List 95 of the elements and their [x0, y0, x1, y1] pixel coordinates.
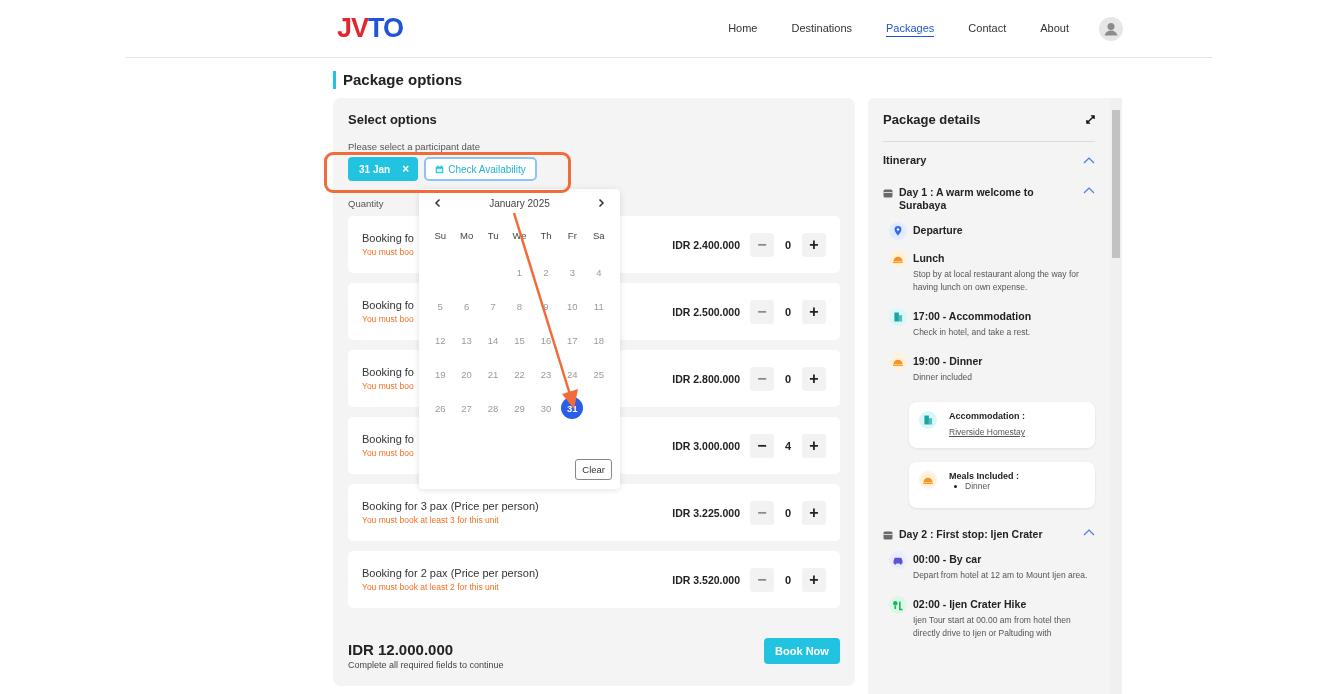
nav-link[interactable]: Contact — [968, 20, 1007, 37]
bullet-icon — [954, 484, 957, 488]
weekday-label: Mo — [459, 230, 475, 241]
nav-link[interactable]: Home — [728, 20, 758, 37]
quantity-value: 4 — [783, 439, 793, 452]
weekday-label: Fr — [566, 230, 578, 241]
logo[interactable]: JVTO — [337, 13, 404, 44]
quantity-value: 0 — [783, 506, 793, 519]
expand-icon[interactable] — [1086, 115, 1095, 124]
location-pin-icon — [889, 222, 907, 240]
cloche-icon — [919, 471, 937, 489]
price: IDR 3.225.000 — [672, 506, 740, 519]
price: IDR 3.520.000 — [672, 573, 740, 586]
quantity-value: 0 — [783, 372, 793, 385]
stop-title: 00:00 - By car — [913, 553, 983, 565]
booking-title: Booking for 3 pax (Price per person) — [362, 500, 539, 512]
booking-note: You must boo — [362, 247, 414, 257]
booking-note: You must book at least 2 for this unit — [362, 582, 499, 592]
increment-button[interactable]: + — [802, 232, 826, 257]
calendar-icon — [883, 530, 893, 540]
price: IDR 3.000.000 — [672, 439, 740, 452]
clear-button[interactable]: Clear — [575, 459, 612, 480]
month-label: January 2025 — [489, 197, 550, 209]
stop-title: Departure — [913, 224, 963, 236]
date-hint: Please select a participant date — [348, 141, 482, 152]
info-label: Accommodation : — [949, 411, 1026, 421]
calendar-icon — [435, 164, 445, 174]
card-title: Select options — [348, 112, 438, 127]
booking-title: Booking for 2 pax (Price per person) — [362, 567, 539, 579]
page-title: Package options — [333, 71, 1122, 89]
booking-note: You must boo — [362, 381, 414, 391]
avatar-icon[interactable] — [1099, 16, 1123, 41]
nav-link[interactable]: About — [1040, 20, 1069, 37]
price: IDR 2.400.000 — [672, 238, 740, 251]
quantity-value: 0 — [783, 573, 793, 586]
building-icon — [919, 411, 937, 429]
scrollbar[interactable] — [1110, 98, 1122, 694]
booking-title: Booking fo — [362, 299, 414, 311]
day-title: Day 1 : A warm welcome to Surabaya — [899, 186, 1035, 212]
scrollbar-thumb[interactable] — [1112, 110, 1120, 258]
quantity-label: Quantity — [348, 198, 384, 209]
price: IDR 2.800.000 — [672, 372, 740, 385]
weekday-label: Sa — [591, 230, 606, 241]
quantity-value: 0 — [783, 238, 793, 251]
stop-title: Lunch — [913, 252, 946, 264]
check-availability-button[interactable]: Check Availability — [424, 157, 537, 181]
nav-link[interactable]: Packages — [886, 20, 935, 37]
stop-description: Stop by at local restaurant along the way for having lunch on own expense. — [913, 268, 1080, 294]
route-icon — [889, 596, 907, 614]
increment-button[interactable]: + — [802, 433, 826, 458]
increment-button[interactable]: + — [802, 567, 826, 592]
stop-title: 17:00 - Accommodation — [913, 310, 1032, 322]
remove-icon[interactable]: × — [402, 162, 410, 176]
cloche-icon — [889, 353, 907, 371]
weekday-label: Su — [433, 230, 447, 241]
stop-title: 02:00 - Ijen Crater Hike — [913, 598, 1028, 610]
stop-description: Ijen Tour start at 00.00 am from hotel then directly drive to Ijen or Paltuding with — [913, 614, 1072, 640]
cloche-icon — [889, 250, 907, 268]
section-title: Itinerary — [883, 154, 927, 166]
chevron-icon[interactable] — [1083, 528, 1095, 536]
price: IDR 2.500.000 — [672, 305, 740, 318]
stop-description: Check in hotel, and take a rest. — [913, 326, 1032, 339]
chevron-icon[interactable] — [1083, 156, 1095, 164]
booking-title: Booking fo — [362, 366, 414, 378]
weekday-label: Th — [539, 230, 553, 241]
accommodation-link[interactable]: Riverside Homestay — [949, 427, 1026, 437]
stop-description: Dinner included — [913, 371, 974, 384]
quantity-value: 0 — [783, 305, 793, 318]
booking-note: You must book at least 3 for this unit — [362, 515, 499, 525]
stop-title: 19:00 - Dinner — [913, 355, 983, 367]
booking-title: Booking fo — [362, 433, 414, 445]
date-chip[interactable]: 31 Jan × — [348, 157, 419, 181]
nav-link[interactable]: Destinations — [791, 20, 852, 37]
calendar-icon — [883, 188, 893, 198]
increment-button[interactable]: + — [802, 366, 826, 391]
car-icon — [889, 551, 907, 569]
weekday-label: Tu — [486, 230, 500, 241]
building-icon — [889, 308, 907, 326]
stop-description: Depart from hotel at 12 am to Mount Ijen area. — [913, 569, 1088, 582]
total-price: IDR 12.000.000 — [348, 641, 455, 658]
book-now-button[interactable]: Book Now — [764, 638, 840, 664]
booking-note: You must boo — [362, 314, 414, 324]
total-note: Complete all required fields to continue — [348, 660, 504, 670]
increment-button[interactable]: + — [802, 500, 826, 525]
meal-item: Dinner — [965, 481, 991, 491]
panel-title: Package details — [883, 112, 981, 127]
chevron-left-icon — [433, 198, 443, 208]
decrement-button[interactable]: − — [750, 433, 774, 458]
booking-title: Booking fo — [362, 232, 414, 244]
info-label: Meals Included : — [949, 471, 1019, 481]
chevron-icon[interactable] — [1083, 186, 1095, 194]
day-title: Day 2 : First stop: Ijen Crater — [899, 528, 1044, 541]
booking-note: You must boo — [362, 448, 414, 458]
chevron-right-icon — [596, 198, 606, 208]
increment-button[interactable]: + — [802, 299, 826, 324]
